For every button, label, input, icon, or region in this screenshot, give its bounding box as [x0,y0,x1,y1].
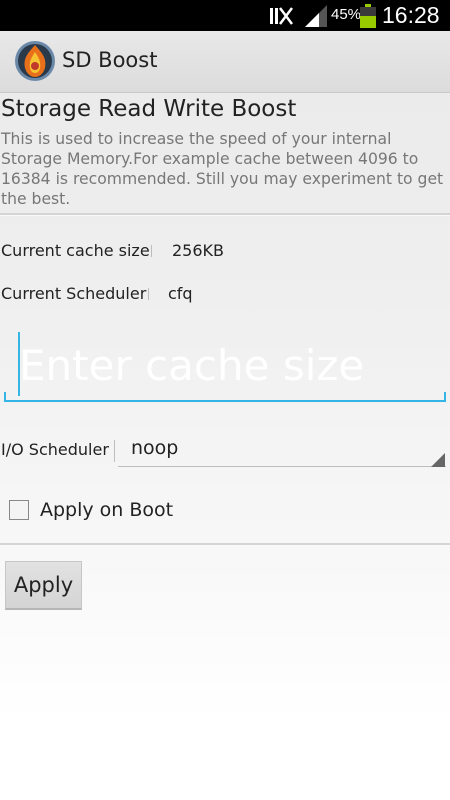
status-bar: 45% 16:28 [0,0,450,31]
page-title: Storage Read Write Boost [1,96,297,122]
separator [114,440,115,462]
input-underline [4,400,446,402]
input-underline-left [4,392,6,402]
apply-on-boot-checkbox[interactable] [9,500,29,520]
separator [148,288,149,300]
text-cursor [18,332,20,396]
current-cache-value: 256KB [172,241,225,260]
app-flame-logo-icon[interactable] [14,40,56,82]
clock: 16:28 [382,2,440,28]
current-scheduler-value: cfq [168,284,193,303]
cache-size-input[interactable] [16,334,444,396]
separator [151,245,152,257]
page-description: This is used to increase the speed of yo… [1,130,444,208]
no-signal-icon [270,7,293,25]
apply-on-boot-label[interactable]: Apply on Boot [40,499,173,521]
cell-signal-icon [305,5,327,27]
current-cache-label: Current cache size [1,241,150,260]
divider [0,213,450,216]
divider [0,543,450,546]
input-underline-right [444,392,446,402]
dropdown-underline [118,466,446,467]
app-title: SD Boost [62,48,158,72]
battery-percent: 45% [331,6,362,23]
apply-button[interactable]: Apply [5,561,82,610]
action-bar: SD Boost [0,31,450,93]
cache-size-field[interactable] [4,326,446,404]
io-scheduler-dropdown[interactable]: noop [118,429,446,469]
io-scheduler-label: I/O Scheduler [1,440,109,459]
io-scheduler-selected: noop [131,437,179,459]
current-scheduler-label: Current Scheduler [1,284,147,303]
dropdown-arrow-icon [431,453,445,467]
battery-charging-icon [360,4,376,28]
